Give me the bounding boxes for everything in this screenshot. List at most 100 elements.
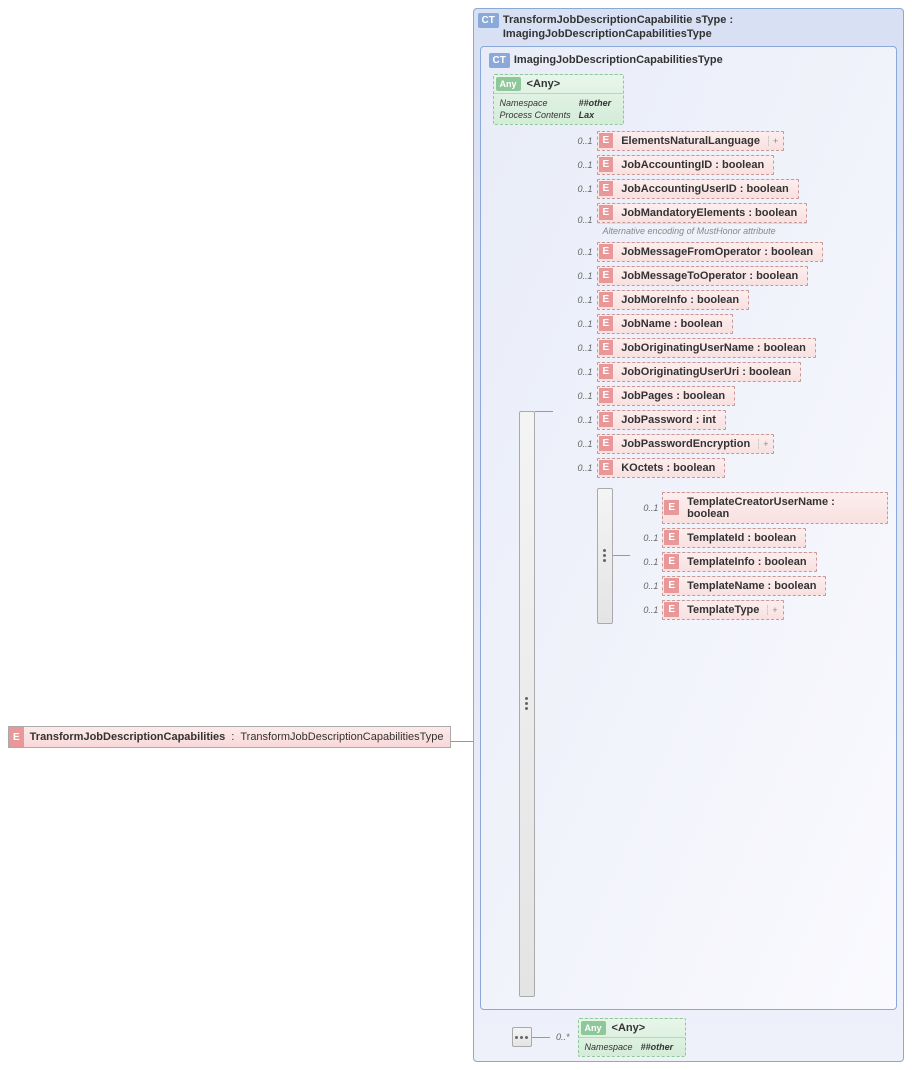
schema-element[interactable]: EJobPassword : int bbox=[597, 410, 726, 430]
element-row: 0..1 EJobMoreInfo : boolean bbox=[573, 290, 888, 310]
expand-icon[interactable]: + bbox=[758, 439, 772, 449]
outer-type-base: ImagingJobDescriptionCapabilitiesType bbox=[503, 28, 712, 40]
sequence-compositor[interactable] bbox=[512, 1027, 532, 1047]
outer-type-name: TransformJobDescriptionCapabilitie sType… bbox=[503, 14, 733, 26]
cardinality: 0..1 bbox=[573, 295, 593, 305]
element-badge: E bbox=[599, 316, 614, 331]
element-row: 0..1 ETemplateCreatorUserName : boolean bbox=[638, 492, 888, 524]
any-attribute-box[interactable]: Any <Any> Namespace##other Process Conte… bbox=[493, 74, 625, 125]
element-label: JobPages : boolean bbox=[613, 388, 733, 404]
schema-element[interactable]: EKOctets : boolean bbox=[597, 458, 726, 478]
element-badge: E bbox=[599, 292, 614, 307]
schema-element[interactable]: EJobAccountingID : boolean bbox=[597, 155, 775, 175]
schema-element[interactable]: EJobMandatoryElements : boolean bbox=[597, 203, 808, 223]
cardinality: 0..1 bbox=[573, 160, 593, 170]
complextype-badge: CT bbox=[489, 53, 510, 68]
schema-element[interactable]: EElementsNaturalLanguage+ bbox=[597, 131, 785, 151]
root-element[interactable]: E TransformJobDescriptionCapabilities : … bbox=[8, 726, 451, 748]
element-badge: E bbox=[664, 578, 679, 593]
element-label: JobOriginatingUserUri : boolean bbox=[613, 364, 799, 380]
cardinality: 0..1 bbox=[573, 215, 593, 225]
schema-element[interactable]: EJobOriginatingUserUri : boolean bbox=[597, 362, 802, 382]
element-row: 0..1 EKOctets : boolean bbox=[573, 458, 888, 478]
element-row: 0..1ETemplateName : boolean bbox=[638, 576, 888, 596]
element-label: JobPasswordEncryption bbox=[613, 436, 758, 452]
cardinality: 0..1 bbox=[573, 319, 593, 329]
element-row: 0..1EJobMessageToOperator : boolean bbox=[573, 266, 888, 286]
element-label: JobMessageToOperator : boolean bbox=[613, 268, 806, 284]
element-badge: E bbox=[599, 157, 614, 172]
cardinality: 0..1 bbox=[573, 391, 593, 401]
schema-element[interactable]: ETemplateName : boolean bbox=[662, 576, 826, 596]
element-label: JobOriginatingUserName : boolean bbox=[613, 340, 814, 356]
schema-element[interactable]: ETemplateInfo : boolean bbox=[662, 552, 816, 572]
sequence-compositor[interactable] bbox=[519, 411, 535, 997]
cardinality: 0..1 bbox=[573, 463, 593, 473]
element-row: 0..1 EJobOriginatingUserUri : boolean bbox=[573, 362, 888, 382]
element-label: TemplateId : boolean bbox=[679, 530, 804, 546]
main-children: 0..1EElementsNaturalLanguage+0..1EJobAcc… bbox=[573, 131, 888, 624]
any-title: <Any> bbox=[521, 78, 567, 90]
element-row: 0..1 EJobAccountingID : boolean bbox=[573, 155, 888, 175]
element-row: 0..1 EJobPages : boolean bbox=[573, 386, 888, 406]
template-sequence-row: 0..1 0..1ETemplateCreatorUserName : bool… bbox=[573, 488, 888, 624]
element-label: JobName : boolean bbox=[613, 316, 730, 332]
cardinality: 0..1 bbox=[638, 605, 658, 615]
schema-element[interactable]: EJobMessageToOperator : boolean bbox=[597, 266, 809, 286]
element-row: 0..1 ETemplateInfo : boolean bbox=[638, 552, 888, 572]
root-element-text: TransformJobDescriptionCapabilities : Tr… bbox=[24, 727, 450, 747]
any-badge: Any bbox=[496, 77, 521, 91]
cardinality: 0..1 bbox=[638, 503, 658, 513]
root-row: E TransformJobDescriptionCapabilities : … bbox=[8, 8, 904, 1062]
element-label: TemplateType bbox=[679, 602, 767, 618]
element-label: TemplateInfo : boolean bbox=[679, 554, 815, 570]
element-row: 0..1 ETemplateType+ bbox=[638, 600, 888, 620]
element-row: 0..1 EJobPasswordEncryption+ bbox=[573, 434, 888, 454]
cardinality: 0..1 bbox=[573, 439, 593, 449]
element-row: 0..1EJobMessageFromOperator : boolean bbox=[573, 242, 888, 262]
element-label: ElementsNaturalLanguage bbox=[613, 133, 768, 149]
schema-element[interactable]: EJobPasswordEncryption+ bbox=[597, 434, 775, 454]
expand-icon[interactable]: + bbox=[768, 136, 782, 146]
cardinality: 0..1 bbox=[573, 184, 593, 194]
element-badge: E bbox=[599, 388, 614, 403]
element-label: TemplateCreatorUserName : boolean bbox=[679, 494, 886, 522]
element-badge: E bbox=[664, 530, 679, 545]
schema-element[interactable]: EJobOriginatingUserName : boolean bbox=[597, 338, 816, 358]
element-badge: E bbox=[599, 181, 614, 196]
element-label: KOctets : boolean bbox=[613, 460, 723, 476]
inner-complextype-box: CT ImagingJobDescriptionCapabilitiesType… bbox=[480, 46, 897, 1010]
any-badge: Any bbox=[581, 1021, 606, 1035]
element-row: 0..1 EJobOriginatingUserName : boolean bbox=[573, 338, 888, 358]
outer-header: CT TransformJobDescriptionCapabilitie sT… bbox=[478, 13, 899, 42]
cardinality: 0..1 bbox=[573, 343, 593, 353]
element-label: TemplateName : boolean bbox=[679, 578, 824, 594]
any-element-box[interactable]: Any <Any> Namespace##other bbox=[578, 1018, 687, 1057]
sequence-compositor[interactable] bbox=[597, 488, 613, 624]
element-badge: E bbox=[599, 364, 614, 379]
schema-element[interactable]: EJobMessageFromOperator : boolean bbox=[597, 242, 824, 262]
cardinality: 0..1 bbox=[573, 136, 593, 146]
cardinality: 0..1 bbox=[573, 367, 593, 377]
element-badge: E bbox=[599, 268, 614, 283]
schema-element[interactable]: ETemplateCreatorUserName : boolean bbox=[662, 492, 888, 524]
inner-type-name: ImagingJobDescriptionCapabilitiesType bbox=[514, 53, 723, 67]
element-row: 0..1 EElementsNaturalLanguage+ bbox=[573, 131, 888, 151]
element-badge: E bbox=[599, 205, 614, 220]
expand-icon[interactable]: + bbox=[767, 605, 781, 615]
schema-element[interactable]: EJobPages : boolean bbox=[597, 386, 736, 406]
schema-element[interactable]: ETemplateId : boolean bbox=[662, 528, 806, 548]
complextype-badge: CT bbox=[478, 13, 499, 28]
bottom-any-section: 0..* Any <Any> Namespace##other bbox=[512, 1018, 899, 1057]
schema-element[interactable]: ETemplateType+ bbox=[662, 600, 783, 620]
element-row: 0..1 EJobAccountingUserID : boolean bbox=[573, 179, 888, 199]
inner-header: CT ImagingJobDescriptionCapabilitiesType bbox=[489, 53, 888, 68]
schema-element[interactable]: EJobName : boolean bbox=[597, 314, 733, 334]
element-badge: E bbox=[9, 727, 24, 747]
element-badge: E bbox=[599, 244, 614, 259]
element-label: JobMessageFromOperator : boolean bbox=[613, 244, 821, 260]
cardinality: 0..1 bbox=[638, 557, 658, 567]
element-label: JobMoreInfo : boolean bbox=[613, 292, 747, 308]
schema-element[interactable]: EJobAccountingUserID : boolean bbox=[597, 179, 799, 199]
schema-element[interactable]: EJobMoreInfo : boolean bbox=[597, 290, 750, 310]
